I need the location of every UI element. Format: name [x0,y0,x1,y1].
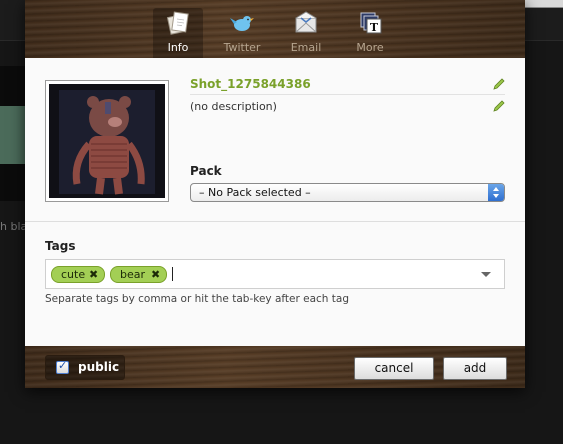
tag-chip[interactable]: cute ✖ [51,266,105,283]
tag-chip[interactable]: bear ✖ [110,266,167,283]
cancel-button[interactable]: cancel [354,357,434,380]
dialog-content: Shot_1275844386 (no description) Pack – … [25,58,525,346]
pack-select-value: – No Pack selected – [199,186,311,199]
tab-twitter[interactable]: Twitter [217,8,267,58]
background-thumbnail-image [0,106,25,164]
public-label: public [78,360,120,374]
twitter-bird-icon [230,16,254,31]
tab-label: Twitter [223,41,261,54]
tags-dropdown-arrow-icon[interactable] [481,272,491,277]
shot-description: (no description) [190,100,277,113]
tab-label: Email [290,41,322,54]
title-underline [190,94,505,95]
tag-chip-label: cute [61,268,86,281]
tab-info[interactable]: Info [153,8,203,58]
svg-text:T: T [370,21,379,34]
section-divider [25,221,525,222]
tag-remove-icon[interactable]: ✖ [89,267,98,282]
shot-title: Shot_1275844386 [190,77,311,91]
background-tab [520,0,563,8]
email-envelope-icon [295,11,317,33]
tags-label: Tags [45,239,76,253]
shot-image [49,84,165,198]
dialog-footer: ✓ public cancel add [25,346,525,388]
bear-illustration [49,84,165,198]
tab-label: Info [167,41,189,54]
shot-thumbnail [45,80,169,202]
share-dialog: Info Twitter Email T More Shot_127584438… [25,0,525,388]
info-pages-icon [166,11,189,35]
tag-chip-label: bear [120,268,146,281]
public-toggle[interactable]: ✓ public [45,355,125,380]
pack-select[interactable]: – No Pack selected – [190,183,505,202]
tab-label: More [356,41,384,54]
pack-label: Pack [190,164,222,178]
public-checkbox[interactable]: ✓ [56,359,69,374]
tags-input[interactable]: cute ✖ bear ✖ [45,259,505,289]
background-caption: h bla [0,220,25,233]
text-caret [172,267,173,281]
more-apps-icon: T [360,12,382,34]
select-arrows-icon [488,184,504,201]
tab-email[interactable]: Email [281,8,331,58]
tab-more[interactable]: T More [345,8,395,58]
edit-title-pencil-icon[interactable] [492,77,506,91]
add-button[interactable]: add [443,357,507,380]
tags-hint: Separate tags by comma or hit the tab-ke… [45,293,350,305]
edit-description-pencil-icon[interactable] [492,99,506,113]
dialog-header-toolbar: Info Twitter Email T More [25,0,525,58]
tag-remove-icon[interactable]: ✖ [151,267,160,282]
checkmark-icon: ✓ [58,359,68,372]
